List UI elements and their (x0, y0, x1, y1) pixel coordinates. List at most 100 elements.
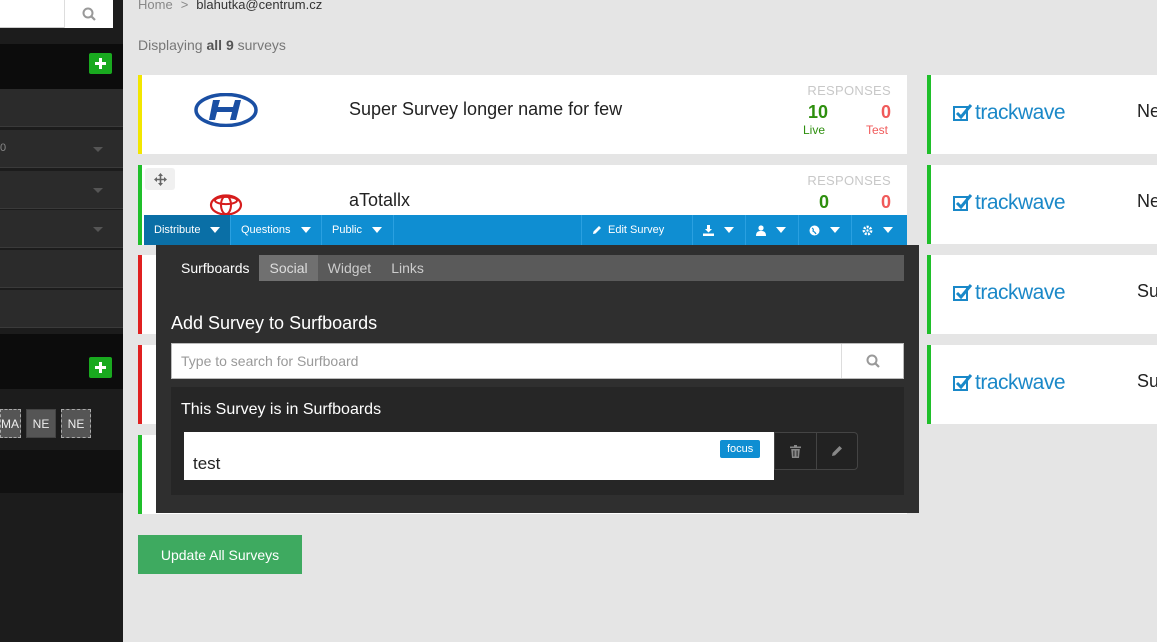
survey-title[interactable]: Ne (1137, 191, 1157, 212)
logo-text: trackwave (975, 371, 1066, 394)
surfboard-search (171, 343, 904, 379)
add-button[interactable] (89, 53, 112, 74)
survey-toolbar: Distribute Questions Public Edit Survey (144, 215, 907, 245)
add-button[interactable] (89, 357, 112, 378)
survey-count-value: all 9 (206, 37, 234, 53)
chevron-down-icon (93, 188, 103, 193)
sidebar-row[interactable] (0, 89, 123, 127)
sidebar-search[interactable] (0, 0, 113, 28)
breadcrumb-separator: > (180, 0, 189, 12)
tab-social[interactable]: Social (259, 255, 318, 281)
survey-title[interactable]: aTotallx (349, 190, 410, 211)
checkbox-icon (953, 194, 972, 211)
distribute-popup: Surfboards Social Widget Links Add Surve… (156, 245, 919, 513)
test-count: 0 (881, 102, 892, 122)
sidebar-tags: MA NE NE (0, 409, 91, 438)
survey-card[interactable]: trackwave Ne (927, 75, 1157, 154)
breadcrumb-current: blahutka@centrum.cz (196, 0, 323, 12)
survey-title[interactable]: Ne (1137, 101, 1157, 122)
tab-widget[interactable]: Widget (318, 255, 382, 281)
surfboard-list: This Survey is in Surfboards test focus (171, 387, 904, 495)
user-icon (756, 224, 766, 236)
survey-count-prefix: Displaying (138, 37, 203, 53)
user-button[interactable] (746, 215, 799, 245)
tag[interactable]: MA (0, 409, 21, 438)
surfboard-search-button[interactable] (841, 344, 903, 378)
test-label: Test (866, 123, 889, 137)
survey-card[interactable]: trackwave Su (927, 255, 1157, 334)
chevron-down-icon (776, 227, 786, 233)
search-icon (866, 354, 880, 368)
survey-title[interactable]: Su (1137, 371, 1157, 392)
edit-survey-label: Edit Survey (608, 224, 665, 236)
distribute-label: Distribute (154, 224, 201, 236)
sidebar-select[interactable] (0, 210, 123, 248)
toyota-logo (209, 194, 243, 216)
live-count: 10 (808, 102, 829, 122)
surfboard-entry[interactable]: test focus (184, 432, 774, 480)
survey-title[interactable]: Super Survey longer name for few (349, 99, 622, 120)
breadcrumb-home[interactable]: Home (138, 0, 173, 12)
surfboard-search-input[interactable] (172, 344, 842, 378)
breadcrumb: Home > blahutka@centrum.cz (138, 0, 322, 12)
search-icon (82, 7, 96, 21)
live-label: Live (803, 123, 826, 137)
chevron-down-icon (371, 227, 382, 233)
logo-text: trackwave (975, 281, 1066, 304)
logo-text: trackwave (975, 191, 1066, 214)
download-button[interactable] (693, 215, 746, 245)
sidebar-search-button[interactable] (64, 0, 113, 28)
sidebar-section (0, 450, 123, 493)
hyundai-logo (194, 93, 258, 127)
sidebar: 0 MA NE NE (0, 0, 123, 642)
trackwave-logo: trackwave (953, 281, 1066, 305)
sidebar-select[interactable]: 0 (0, 130, 123, 168)
sidebar-row[interactable] (0, 290, 123, 328)
focus-badge[interactable]: focus (720, 440, 761, 458)
tab-surfboards[interactable]: Surfboards (171, 255, 260, 281)
move-handle[interactable] (145, 168, 175, 190)
tag[interactable]: NE (26, 409, 56, 438)
trackwave-logo: trackwave (953, 191, 1066, 215)
survey-card[interactable]: trackwave Su (927, 345, 1157, 424)
tag[interactable]: NE (61, 409, 91, 438)
sidebar-select[interactable] (0, 171, 123, 209)
trash-icon (789, 444, 801, 458)
update-all-surveys-button[interactable]: Update All Surveys (138, 535, 302, 574)
survey-card[interactable]: trackwave Ne (927, 165, 1157, 244)
plus-icon (95, 58, 106, 69)
sidebar-select-value: 0 (0, 142, 7, 154)
pencil-icon (593, 226, 601, 234)
survey-count-suffix: surveys (237, 37, 286, 53)
chevron-down-icon (210, 227, 221, 233)
logo-text: trackwave (975, 101, 1066, 124)
survey-title[interactable]: Su (1137, 281, 1157, 302)
chevron-down-icon (93, 227, 103, 232)
chevron-down-icon (883, 227, 893, 233)
settings-button[interactable] (852, 215, 907, 245)
survey-card[interactable]: Super Survey longer name for few RESPONS… (138, 75, 907, 154)
plus-icon (95, 362, 106, 373)
chevron-down-icon (830, 227, 840, 233)
trackwave-logo: trackwave (953, 371, 1066, 395)
live-count: 0 (819, 192, 830, 212)
surfboard-name: test (193, 454, 221, 473)
distribute-button[interactable]: Distribute (144, 215, 231, 245)
sidebar-row[interactable] (0, 250, 123, 288)
chevron-down-icon (93, 147, 103, 152)
edit-survey-button[interactable]: Edit Survey (581, 215, 693, 245)
pencil-icon (831, 446, 842, 456)
questions-button[interactable]: Questions (231, 215, 322, 245)
public-button[interactable]: Public (322, 215, 394, 245)
responses-label: RESPONSES (807, 83, 891, 98)
edit-button[interactable] (817, 433, 858, 469)
delete-button[interactable] (775, 433, 817, 469)
test-count: 0 (881, 192, 892, 212)
popup-tabs: Surfboards Social Widget Links (171, 255, 904, 281)
gear-icon (862, 225, 873, 235)
globe-button[interactable] (799, 215, 852, 245)
popup-heading: Add Survey to Surfboards (171, 313, 378, 333)
questions-label: Questions (241, 224, 291, 236)
tab-links[interactable]: Links (381, 255, 434, 281)
responses-label: RESPONSES (807, 173, 891, 188)
